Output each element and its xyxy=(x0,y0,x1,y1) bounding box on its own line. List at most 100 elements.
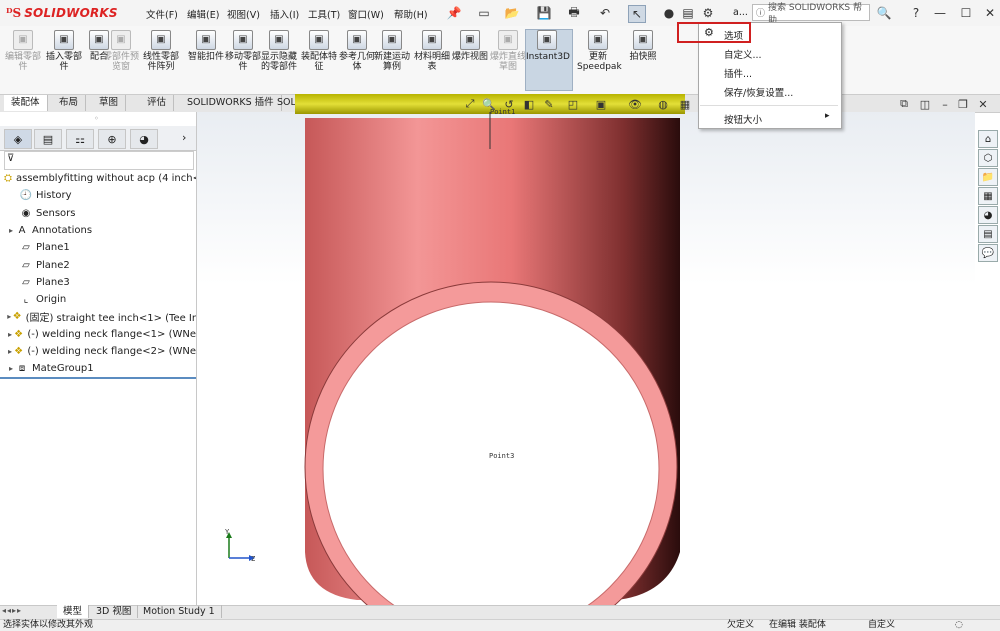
status-help-icon[interactable]: ◌ xyxy=(955,620,963,631)
open-icon[interactable]: 📂 xyxy=(504,5,520,21)
ribbon-button-15[interactable]: ▣ 更新Speedpak xyxy=(577,30,622,72)
tab-2[interactable]: 草图 xyxy=(92,95,127,111)
previous-view-icon[interactable]: ↺ xyxy=(502,97,516,111)
close-icon[interactable]: ✕ xyxy=(982,5,998,21)
tree-item[interactable]: ▸ ❖ (-) welding neck flange<2> (WNe xyxy=(6,343,196,360)
viewport-maximize-icon[interactable]: ❐ xyxy=(956,97,970,111)
tree-item[interactable]: ⌞ Origin xyxy=(20,291,196,308)
print-icon[interactable]: 🖶 xyxy=(566,5,582,21)
gear-icon[interactable]: ⚙ xyxy=(700,5,716,21)
hide-show-icon[interactable]: 👁 xyxy=(628,97,642,111)
tree-item[interactable]: ▸ ⧈ MateGroup1 xyxy=(6,360,196,377)
menu-item-addins[interactable]: 插件... xyxy=(724,66,752,80)
tree-item[interactable]: 🕘 History xyxy=(20,187,196,204)
menu-item-1[interactable]: 编辑(E) xyxy=(187,7,219,21)
display-manager-tab-icon[interactable]: ◕ xyxy=(130,129,158,149)
tab-scroll-arrows-icon[interactable]: ◂◂▸▸ xyxy=(2,606,22,615)
display-style-icon[interactable]: ▣ xyxy=(594,97,608,111)
panel-scroll-right-icon[interactable]: › xyxy=(182,131,186,144)
ribbon-button-11[interactable]: ▣ 材料明细表 xyxy=(411,30,453,72)
tree-item[interactable]: ⛭ assemblyfitting without acp (4 inch<4 xyxy=(4,170,196,187)
menu-item-button-size[interactable]: 按钮大小 xyxy=(724,112,762,126)
tab-4[interactable]: SOLIDWORKS 插件 xyxy=(180,95,282,111)
help-button[interactable]: ? xyxy=(908,5,924,21)
ribbon-button-13[interactable]: ▣ 爆炸直线草图 xyxy=(487,30,529,72)
zoom-area-icon[interactable]: 🔍 xyxy=(482,97,496,111)
traffic-light-icon[interactable]: ● xyxy=(661,5,677,21)
appearances-icon[interactable]: ◕ xyxy=(978,206,998,224)
file-explorer-icon[interactable]: 📁 xyxy=(978,168,998,186)
ribbon-button-5[interactable]: ▣ 智能扣件 xyxy=(185,30,227,62)
view-orientation-icon[interactable]: ◰ xyxy=(566,97,580,111)
dynamic-annotation-icon[interactable]: ✎ xyxy=(542,97,556,111)
feature-tree-tab-icon[interactable]: ◈ xyxy=(4,129,32,149)
viewport-split-icon[interactable]: ◫ xyxy=(918,97,932,111)
viewport-restore-icon[interactable]: ⧉ xyxy=(897,97,911,111)
expand-arrow-icon[interactable]: ▸ xyxy=(6,330,14,339)
expand-arrow-icon[interactable]: ▸ xyxy=(6,226,16,235)
select-icon[interactable]: ↖ xyxy=(628,5,646,23)
search-input[interactable]: ⓘ 搜索 SOLIDWORKS 帮助 xyxy=(752,3,870,26)
scenes-icon[interactable]: ▦ xyxy=(678,97,692,111)
tree-item[interactable]: ▸ ❖ (-) welding neck flange<1> (WNe xyxy=(6,326,196,343)
save-icon[interactable]: 💾 xyxy=(536,5,552,21)
forum-icon[interactable]: 💬 xyxy=(978,244,998,262)
view-palette-icon[interactable]: ▦ xyxy=(978,187,998,205)
new-document-icon[interactable]: ▭ xyxy=(476,5,492,21)
ribbon-button-12[interactable]: ▣ 爆炸视图 xyxy=(449,30,491,62)
custom-properties-icon[interactable]: ▤ xyxy=(978,225,998,243)
menu-item-5[interactable]: 窗口(W) xyxy=(348,7,384,21)
property-manager-tab-icon[interactable]: ▤ xyxy=(34,129,62,149)
bottom-tab-0[interactable]: 模型 xyxy=(57,605,90,618)
configuration-tab-icon[interactable]: ⚏ xyxy=(66,129,94,149)
menu-item-3[interactable]: 插入(I) xyxy=(270,7,299,21)
search-icon[interactable]: 🔍 xyxy=(876,5,892,21)
tree-item[interactable]: ▸ A Annotations xyxy=(6,222,196,239)
tree-item[interactable]: ◉ Sensors xyxy=(20,205,196,222)
menu-item-save-restore-settings[interactable]: 保存/恢复设置... xyxy=(724,85,793,99)
ribbon-button-7[interactable]: ▣ 显示隐藏的零部件 xyxy=(258,30,300,72)
menu-item-4[interactable]: 工具(T) xyxy=(308,7,340,21)
tab-1[interactable]: 布局 xyxy=(52,95,87,111)
minimize-icon[interactable]: — xyxy=(932,5,948,21)
tree-item[interactable]: ▱ Plane2 xyxy=(20,257,196,274)
maximize-icon[interactable]: ☐ xyxy=(958,5,974,21)
zoom-fit-icon[interactable]: ⤢ xyxy=(463,97,477,111)
tree-rollback-bar[interactable] xyxy=(0,377,196,379)
home-icon[interactable]: ⌂ xyxy=(978,130,998,148)
ribbon-button-3[interactable]: ▣ 零部件预览窗 xyxy=(100,30,142,72)
tab-0[interactable]: 装配体 xyxy=(4,95,48,111)
dimxpert-tab-icon[interactable]: ⊕ xyxy=(98,129,126,149)
undo-icon[interactable]: ↶ xyxy=(597,5,613,21)
ribbon-button-8[interactable]: ▣ 装配体特征 xyxy=(298,30,340,72)
viewport-close-icon[interactable]: ✕ xyxy=(976,97,990,111)
pin-icon[interactable]: 📌 xyxy=(446,5,462,21)
3d-content-icon[interactable]: ⬡ xyxy=(978,149,998,167)
menu-item-6[interactable]: 帮助(H) xyxy=(394,7,428,21)
bottom-tab-2[interactable]: Motion Study 1 xyxy=(137,605,222,618)
tab-3[interactable]: 评估 xyxy=(140,95,175,111)
section-view-icon[interactable]: ◧ xyxy=(522,97,536,111)
ribbon-label: 编辑零部件 xyxy=(4,52,41,72)
ribbon-button-4[interactable]: ▣ 线性零部件阵列 xyxy=(140,30,182,72)
menu-item-customize[interactable]: 自定义... xyxy=(724,47,762,61)
expand-arrow-icon[interactable]: ▸ xyxy=(6,312,13,321)
edit-appearance-icon[interactable]: ◍ xyxy=(656,97,670,111)
ribbon-button-10[interactable]: ▣ 新建运动算例 xyxy=(371,30,413,72)
ribbon-label: 爆炸视图 xyxy=(451,52,488,62)
expand-arrow-icon[interactable]: ▸ xyxy=(6,364,16,373)
ribbon-button-14[interactable]: ▣ Instant3D xyxy=(526,30,570,62)
menu-item-2[interactable]: 视图(V) xyxy=(227,7,260,21)
ribbon-button-0[interactable]: ▣ 编辑零部件 xyxy=(2,30,44,72)
panel-handle-icon[interactable]: ◦ xyxy=(94,114,99,123)
menu-item-0[interactable]: 文件(F) xyxy=(146,7,178,21)
bottom-tab-1[interactable]: 3D 视图 xyxy=(90,605,139,618)
expand-arrow-icon[interactable]: ▸ xyxy=(6,347,14,356)
tree-filter-input[interactable]: ⊽ xyxy=(4,151,194,170)
viewport-minimize-icon[interactable]: – xyxy=(938,97,952,111)
file-properties-icon[interactable]: ▤ xyxy=(680,5,696,21)
tree-item[interactable]: ▱ Plane3 xyxy=(20,274,196,291)
tree-item[interactable]: ▱ Plane1 xyxy=(20,239,196,256)
ribbon-button-16[interactable]: ▣ 拍快照 xyxy=(622,30,664,62)
tree-item[interactable]: ▸ ❖ (固定) straight tee inch<1> (Tee Ir xyxy=(6,308,196,325)
